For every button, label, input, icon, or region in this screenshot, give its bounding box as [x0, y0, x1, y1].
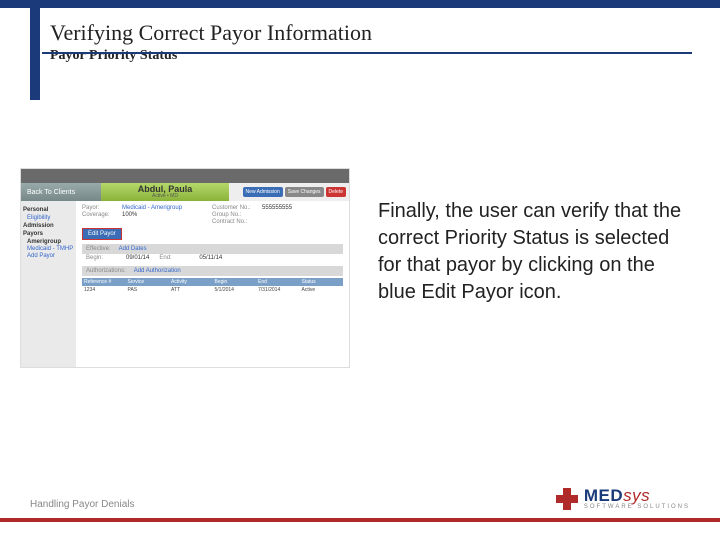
table-header: Reference # Service Activity Begin End S…	[82, 278, 343, 286]
th-end: End	[256, 278, 300, 286]
td-begin: 5/1/2014	[213, 286, 257, 294]
coverage-label: Coverage:	[82, 212, 122, 218]
begin-label: Begin:	[86, 255, 126, 261]
slide-title: Verifying Correct Payor Information	[50, 20, 690, 46]
authorizations-label: Authorizations:	[86, 268, 126, 274]
app-screenshot: Back To Clients Abdul, Paula Active • MD…	[20, 168, 350, 368]
title-underline	[42, 52, 692, 54]
app-content: Payor:Medicaid - Amerigroup Coverage:100…	[76, 201, 349, 367]
th-service: Service	[126, 278, 170, 286]
sidebar-eligibility[interactable]: Eligibility	[27, 215, 74, 221]
td-service: PAS	[126, 286, 170, 294]
sidebar-admission[interactable]: Admission	[23, 223, 74, 229]
th-reference: Reference #	[82, 278, 126, 286]
footer-accent-line	[0, 518, 720, 522]
td-end: 7/31/2014	[256, 286, 300, 294]
td-status: Active	[300, 286, 344, 294]
sidebar-payors[interactable]: Payors	[23, 231, 74, 237]
end-label: End:	[159, 255, 199, 261]
group-no-label: Group No.:	[212, 212, 262, 218]
logo-brand: MEDsys	[584, 487, 690, 504]
cross-icon	[556, 488, 578, 510]
patient-name-banner: Abdul, Paula Active • MD	[101, 183, 229, 201]
add-dates-link[interactable]: Add Dates	[119, 246, 147, 252]
table-row[interactable]: 1234 PAS ATT 5/1/2014 7/31/2014 Active	[82, 286, 343, 294]
edit-payor-button[interactable]: Edit Payor	[82, 228, 122, 240]
instruction-text: Finally, the user can verify that the co…	[378, 198, 698, 306]
th-status: Status	[300, 278, 344, 286]
th-begin: Begin	[213, 278, 257, 286]
logo-tagline: SOFTWARE SOLUTIONS	[584, 504, 690, 510]
patient-bar: Back To Clients Abdul, Paula Active • MD…	[21, 183, 349, 201]
new-admission-button[interactable]: New Admission	[243, 187, 283, 197]
th-activity: Activity	[169, 278, 213, 286]
slide-subtitle: Payor Priority Status	[50, 48, 690, 64]
action-buttons: New Admission Save Changes Delete	[229, 183, 349, 201]
app-titlebar	[21, 169, 349, 183]
customer-no-label: Customer No.:	[212, 205, 262, 211]
begin-value: 09/01/14	[126, 255, 149, 261]
back-to-clients-button[interactable]: Back To Clients	[21, 183, 101, 201]
patient-status: Active • MD	[152, 194, 178, 199]
sidebar-medicaid[interactable]: Medicaid - TMHP	[27, 246, 74, 252]
sidebar-personal[interactable]: Personal	[23, 207, 74, 213]
customer-no-value: 555555555	[262, 205, 292, 211]
end-value: 05/11/14	[199, 255, 222, 261]
authorizations-table: Reference # Service Activity Begin End S…	[82, 278, 343, 294]
footer-label: Handling Payor Denials	[30, 499, 135, 510]
save-changes-button[interactable]: Save Changes	[285, 187, 324, 197]
td-activity: ATT	[169, 286, 213, 294]
sidebar-add-payor[interactable]: Add Payor	[27, 253, 74, 259]
delete-button[interactable]: Delete	[326, 187, 346, 197]
coverage-value: 100%	[122, 212, 137, 218]
medsys-logo: MEDsys SOFTWARE SOLUTIONS	[556, 487, 690, 510]
add-authorization-link[interactable]: Add Authorization	[134, 268, 181, 274]
contract-no-label: Contract No.:	[212, 219, 262, 225]
td-reference: 1234	[82, 286, 126, 294]
payor-label: Payor:	[82, 205, 122, 211]
sidebar-amerigroup[interactable]: Amerigroup	[27, 239, 74, 245]
payor-value[interactable]: Medicaid - Amerigroup	[122, 205, 182, 211]
app-sidebar: Personal Eligibility Admission Payors Am…	[21, 201, 76, 367]
slide-header: Verifying Correct Payor Information Payo…	[50, 20, 690, 64]
side-accent-bar	[30, 0, 40, 100]
effective-label: Effective:	[86, 246, 111, 252]
top-accent-bar	[0, 0, 720, 8]
